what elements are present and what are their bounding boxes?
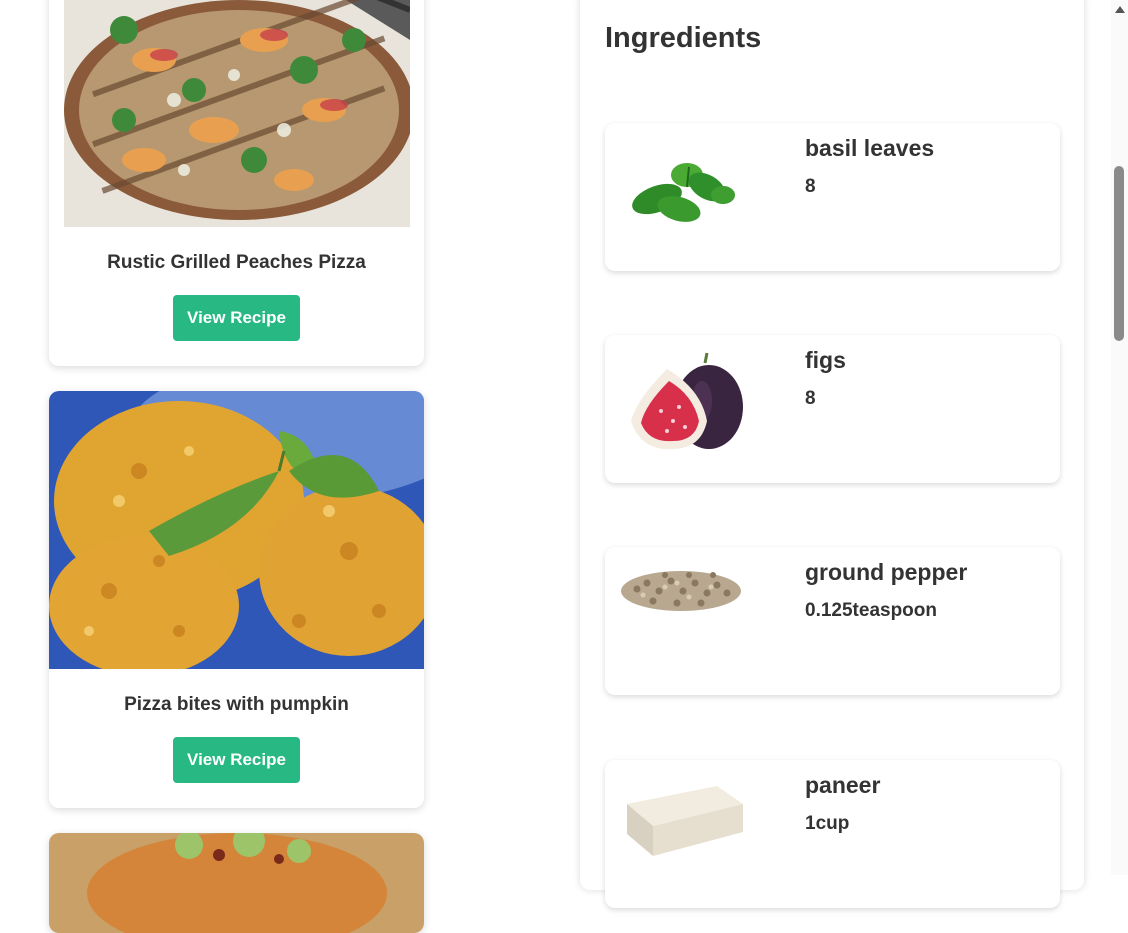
recipe-card (49, 833, 424, 933)
recipe-image[interactable] (64, 0, 410, 227)
ingredient-amount: 8 (805, 388, 816, 409)
ingredient-name: paneer (805, 772, 881, 798)
scrollbar[interactable] (1111, 0, 1128, 875)
peppercorn-image (617, 561, 745, 671)
recipe-image[interactable] (49, 833, 424, 933)
scroll-up-icon[interactable] (1115, 6, 1125, 13)
recipe-image[interactable] (49, 391, 424, 669)
ingredient-amount: 1cup (805, 813, 850, 834)
ingredients-heading: Ingredients (605, 22, 762, 54)
basil-image (617, 137, 745, 247)
ingredient-amount: 8 (805, 176, 816, 197)
figs-image (617, 349, 745, 459)
view-recipe-button[interactable]: View Recipe (173, 295, 300, 341)
ingredient-card: figs 8 (605, 335, 1060, 483)
ingredient-name: basil leaves (805, 135, 935, 161)
ingredient-amount: 0.125teaspoon (805, 600, 937, 621)
ingredient-card: ground pepper 0.125teaspoon (605, 547, 1060, 695)
ingredient-name: ground pepper (805, 559, 968, 585)
recipe-card: Rustic Grilled Peaches Pizza View Recipe (49, 0, 424, 366)
ingredient-name: figs (805, 347, 846, 373)
recipe-title: Pizza bites with pumpkin (124, 694, 349, 715)
ingredient-card: basil leaves 8 (605, 123, 1060, 271)
view-recipe-button[interactable]: View Recipe (173, 737, 300, 783)
recipe-title: Rustic Grilled Peaches Pizza (107, 252, 366, 273)
ingredient-card: paneer 1cup (605, 760, 1060, 908)
scrollbar-thumb[interactable] (1114, 166, 1124, 341)
paneer-image (617, 774, 745, 884)
recipe-card: Pizza bites with pumpkin View Recipe (49, 391, 424, 808)
